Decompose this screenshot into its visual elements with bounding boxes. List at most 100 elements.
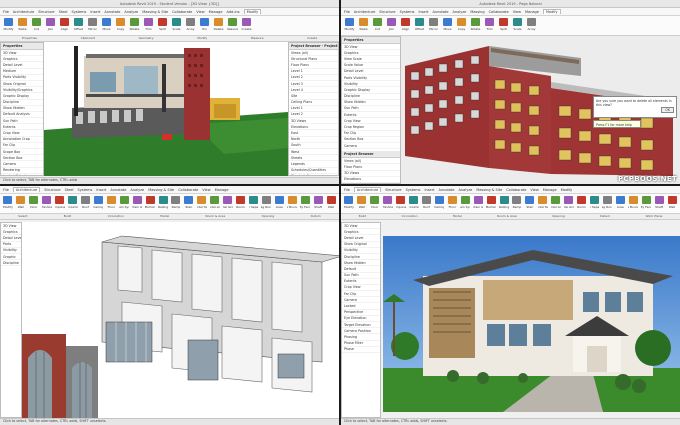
ribbon-button-modify[interactable]: Modify <box>344 196 354 211</box>
tab-annotate[interactable]: Annotate <box>110 188 126 192</box>
tab-manage[interactable]: Manage <box>543 188 557 192</box>
ribbon-button-ramp[interactable]: Ramp <box>512 196 522 211</box>
tab-systems[interactable]: Systems <box>406 188 421 192</box>
ribbon-button-join[interactable]: Join <box>386 18 397 33</box>
ribbon-button-copy[interactable]: Copy <box>456 18 467 33</box>
ribbon-button-cut[interactable]: Cut <box>31 18 42 33</box>
ribbon-button-model-group[interactable]: Model Group <box>564 196 574 211</box>
ribbon-button-area-boundary[interactable]: Area Boundary <box>287 196 297 211</box>
ribbon-button-wall[interactable]: Wall <box>357 196 367 211</box>
ribbon-button-floor[interactable]: Floor <box>447 196 457 211</box>
tab-massing-site[interactable]: Massing & Site <box>142 10 168 14</box>
ribbon-button-model-line[interactable]: Model Line <box>551 196 561 211</box>
ribbon-button-align[interactable]: Align <box>400 18 411 33</box>
ribbon-button-ceiling[interactable]: Ceiling <box>93 196 103 211</box>
tab-architecture[interactable]: Architecture <box>353 187 382 192</box>
ribbon-button-mirror[interactable]: Mirror <box>428 18 439 33</box>
tab-steel[interactable]: Steel <box>65 188 74 192</box>
tab-view[interactable]: View <box>530 188 538 192</box>
browser-item[interactable]: Level 1 <box>342 183 400 184</box>
tab-modify[interactable]: Modify <box>243 9 262 14</box>
ribbon-button-ramp[interactable]: Ramp <box>171 196 181 211</box>
ribbon-button-door[interactable]: Door <box>370 196 380 211</box>
tab-file[interactable]: File <box>344 10 350 14</box>
tab-manage[interactable]: Manage <box>215 188 229 192</box>
tab-architecture[interactable]: Architecture <box>13 10 34 14</box>
ribbon-button-trim[interactable]: Trim <box>143 18 154 33</box>
tab-architecture[interactable]: Architecture <box>12 187 41 192</box>
ribbon-button-array[interactable]: Array <box>526 18 537 33</box>
ribbon-button-split[interactable]: Split <box>157 18 168 33</box>
tab-insert[interactable]: Insert <box>424 188 434 192</box>
ribbon-button-window[interactable]: Window <box>42 196 52 211</box>
tab-modify[interactable]: Modify <box>561 188 573 192</box>
property-row[interactable]: Phase <box>342 347 380 353</box>
ribbon-button-model-text[interactable]: Model Text <box>197 196 207 211</box>
ribbon-button-move[interactable]: Move <box>101 18 112 33</box>
tab-architecture[interactable]: Architecture <box>354 10 375 14</box>
ribbon-button-mirror[interactable]: Mirror <box>87 18 98 33</box>
tab-steel[interactable]: Steel <box>59 10 68 14</box>
ribbon-button-railing[interactable]: Railing <box>158 196 168 211</box>
property-row[interactable]: Locked Orient <box>1 174 43 175</box>
ribbon-button-component[interactable]: Component <box>55 196 65 211</box>
tab-structure[interactable]: Structure <box>379 10 395 14</box>
ribbon-button-wall[interactable]: Wall <box>16 196 26 211</box>
tab-insert[interactable]: Insert <box>90 10 100 14</box>
tab-insert[interactable]: Insert <box>418 10 428 14</box>
ribbon-button-window[interactable]: Window <box>383 196 393 211</box>
tab-structure[interactable]: Structure <box>44 188 60 192</box>
tab-modify[interactable]: Modify <box>542 9 561 14</box>
ribbon-button-roof[interactable]: Roof <box>80 196 91 211</box>
tab-manage[interactable]: Manage <box>525 10 539 14</box>
ribbon-button-by-face[interactable]: By Face <box>300 196 310 211</box>
tab-collaborate[interactable]: Collaborate <box>178 188 198 192</box>
ribbon-button-model-text[interactable]: Model Text <box>538 196 548 211</box>
3d-viewport[interactable] <box>22 222 339 418</box>
ribbon-button-offset[interactable]: Offset <box>73 18 84 33</box>
tab-view[interactable]: View <box>513 10 521 14</box>
ribbon-button-roof[interactable]: Roof <box>421 196 432 211</box>
ribbon-button-modify[interactable]: Modify <box>344 18 355 33</box>
ribbon-button-model-line[interactable]: Model Line <box>210 196 220 211</box>
ribbon-button-paste[interactable]: Paste <box>17 18 28 33</box>
tab-analyze[interactable]: Analyze <box>130 188 144 192</box>
ribbon-button-wall[interactable]: Wall <box>667 196 677 211</box>
ribbon-button-model-group[interactable]: Model Group <box>223 196 233 211</box>
ribbon-button-curtain-system[interactable]: Curtain System <box>119 196 129 211</box>
ribbon-button-mullion[interactable]: Mullion <box>145 196 155 211</box>
tab-collaborate[interactable]: Collaborate <box>172 10 192 14</box>
tab-structure[interactable]: Structure <box>385 188 401 192</box>
ribbon-button-floor[interactable]: Floor <box>106 196 116 211</box>
tab-collaborate[interactable]: Collaborate <box>506 188 526 192</box>
ribbon-button-align[interactable]: Align <box>59 18 70 33</box>
tab-systems[interactable]: Systems <box>400 10 415 14</box>
3d-viewport[interactable]: Are you sure you want to delete all elem… <box>401 36 680 184</box>
ribbon-button-curtain-grid[interactable]: Curtain Grid <box>473 196 483 211</box>
ribbon-button-tag-room[interactable]: Tag Room <box>261 196 271 211</box>
ribbon-button-pin[interactable]: Pin <box>199 18 210 33</box>
ribbon-button-column[interactable]: Column <box>68 196 78 211</box>
tab-view[interactable]: View <box>202 188 210 192</box>
dialog-ok-button[interactable]: OK <box>661 107 674 113</box>
ribbon-button-modify[interactable]: Modify <box>3 196 13 211</box>
ribbon-button-room-separator[interactable]: Room Separator <box>249 196 258 211</box>
tab-manage[interactable]: Manage <box>209 10 223 14</box>
ribbon-button-area-boundary[interactable]: Area Boundary <box>628 196 638 211</box>
ribbon-button-paste[interactable]: Paste <box>358 18 369 33</box>
ribbon-button-trim[interactable]: Trim <box>484 18 495 33</box>
ribbon-button-split[interactable]: Split <box>498 18 509 33</box>
3d-viewport[interactable] <box>44 42 288 176</box>
ribbon-button-mullion[interactable]: Mullion <box>486 196 496 211</box>
tab-annotate[interactable]: Annotate <box>433 10 449 14</box>
ribbon-button-shaft[interactable]: Shaft <box>313 196 323 211</box>
ribbon-button-copy[interactable]: Copy <box>115 18 126 33</box>
tab-analyze[interactable]: Analyze <box>124 10 138 14</box>
tab-file[interactable]: File <box>3 188 9 192</box>
ribbon-button-tag-room[interactable]: Tag Room <box>602 196 612 211</box>
ribbon-button-scale[interactable]: Scale <box>512 18 523 33</box>
tab-annotate[interactable]: Annotate <box>104 10 120 14</box>
ribbon-button-stair[interactable]: Stair <box>525 196 535 211</box>
ribbon-button-ceiling[interactable]: Ceiling <box>434 196 444 211</box>
browser-item[interactable]: Sheets (all) <box>289 174 338 175</box>
